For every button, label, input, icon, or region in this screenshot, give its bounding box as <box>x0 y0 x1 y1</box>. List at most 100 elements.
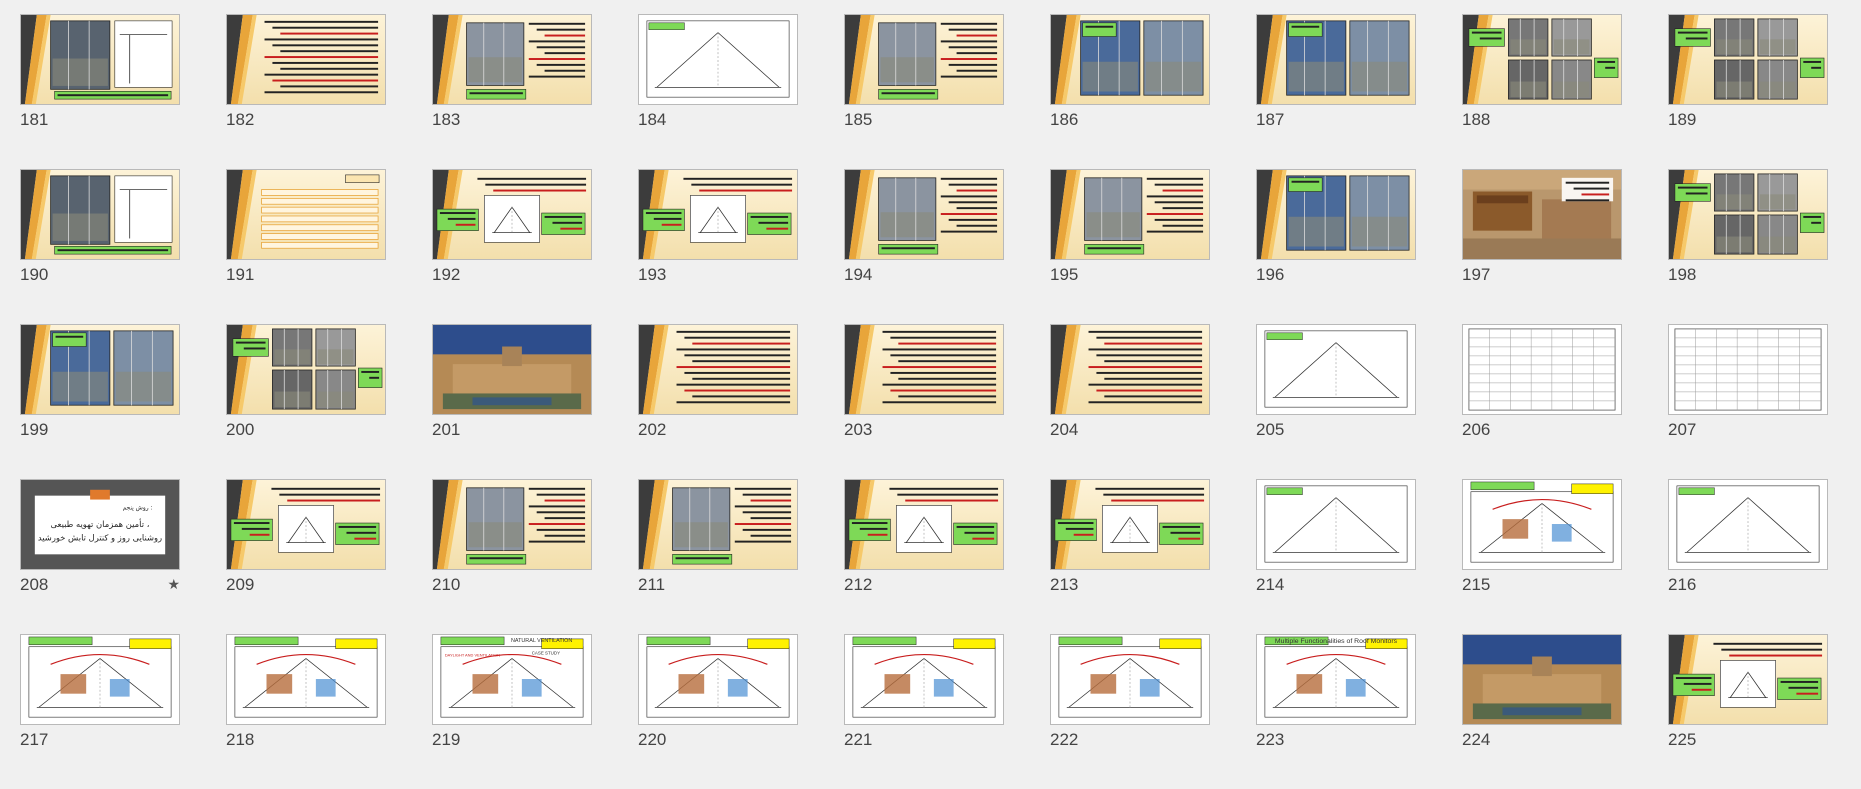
slide-preview[interactable] <box>1050 634 1210 725</box>
slide-thumbnail-216[interactable]: 216 <box>1668 479 1828 634</box>
slide-number: 192 <box>432 265 461 284</box>
slide-preview[interactable] <box>1462 14 1622 105</box>
slide-preview[interactable] <box>1462 324 1622 415</box>
slide-preview[interactable] <box>638 479 798 570</box>
slide-preview[interactable]: NATURAL VENTILATION DAYLIGHT AND VENTILAT… <box>432 634 592 725</box>
svg-text:Multiple Functionalities of Ro: Multiple Functionalities of Roof Monitor… <box>1275 638 1398 645</box>
slide-thumbnail-211[interactable]: 211 <box>638 479 798 634</box>
slide-preview[interactable] <box>226 169 386 260</box>
slide-thumbnail-208[interactable]: روش پنجم : تأمین همزمان تهویه طبیعی ، رو… <box>20 479 180 634</box>
slide-thumbnail-191[interactable]: 191 <box>226 169 386 324</box>
svg-text:تأمین همزمان تهویه طبیعی ،: تأمین همزمان تهویه طبیعی ، <box>51 518 150 529</box>
slide-preview[interactable] <box>638 14 798 105</box>
slide-preview[interactable] <box>1668 479 1828 570</box>
slide-thumbnail-222[interactable]: 222 <box>1050 634 1210 789</box>
transition-star-icon[interactable]: ★ <box>167 576 180 593</box>
slide-preview[interactable] <box>1256 479 1416 570</box>
slide-thumbnail-197[interactable]: 197 <box>1462 169 1622 324</box>
slide-preview[interactable] <box>20 634 180 725</box>
slide-preview[interactable] <box>432 14 592 105</box>
slide-thumbnail-215[interactable]: 215 <box>1462 479 1622 634</box>
slide-thumbnail-184[interactable]: 184 <box>638 14 798 169</box>
slide-thumbnail-223[interactable]: Multiple Functionalities of Roof Monitor… <box>1256 634 1416 789</box>
slide-thumbnail-224[interactable]: 224 <box>1462 634 1622 789</box>
slide-thumbnail-212[interactable]: 212 <box>844 479 1004 634</box>
slide-preview[interactable] <box>1668 14 1828 105</box>
slide-thumbnail-196[interactable]: 196 <box>1256 169 1416 324</box>
slide-thumbnail-193[interactable]: 193 <box>638 169 798 324</box>
slide-preview[interactable] <box>20 14 180 105</box>
slide-preview[interactable] <box>844 14 1004 105</box>
slide-preview[interactable] <box>1256 169 1416 260</box>
slide-thumbnail-213[interactable]: 213 <box>1050 479 1210 634</box>
slide-preview[interactable] <box>1256 324 1416 415</box>
slide-preview[interactable] <box>226 14 386 105</box>
slide-thumbnail-198[interactable]: 198 <box>1668 169 1828 324</box>
slide-preview[interactable] <box>1050 169 1210 260</box>
slide-thumbnail-218[interactable]: 218 <box>226 634 386 789</box>
slide-number: 199 <box>20 420 49 439</box>
slide-thumbnail-190[interactable]: 190 <box>20 169 180 324</box>
slide-thumbnail-217[interactable]: 217 <box>20 634 180 789</box>
slide-preview[interactable] <box>638 169 798 260</box>
slide-thumbnail-185[interactable]: 185 <box>844 14 1004 169</box>
slide-thumbnail-203[interactable]: 203 <box>844 324 1004 479</box>
slide-thumbnail-200[interactable]: 200 <box>226 324 386 479</box>
slide-preview[interactable] <box>1050 324 1210 415</box>
slide-preview[interactable] <box>1256 14 1416 105</box>
slide-thumbnail-189[interactable]: 189 <box>1668 14 1828 169</box>
slide-thumbnail-199[interactable]: 199 <box>20 324 180 479</box>
slide-preview[interactable] <box>1668 169 1828 260</box>
slide-thumbnail-182[interactable]: 182 <box>226 14 386 169</box>
slide-preview[interactable] <box>638 324 798 415</box>
slide-thumbnail-181[interactable]: 181 <box>20 14 180 169</box>
slide-thumbnail-220[interactable]: 220 <box>638 634 798 789</box>
slide-thumbnail-186[interactable]: 186 <box>1050 14 1210 169</box>
slide-preview[interactable] <box>432 324 592 415</box>
slide-thumbnail-209[interactable]: 209 <box>226 479 386 634</box>
slide-preview[interactable] <box>1050 479 1210 570</box>
slide-thumbnail-221[interactable]: 221 <box>844 634 1004 789</box>
slide-number: 224 <box>1462 730 1491 749</box>
slide-preview[interactable] <box>844 324 1004 415</box>
slide-thumbnail-207[interactable]: 207 <box>1668 324 1828 479</box>
slide-preview[interactable] <box>226 324 386 415</box>
slide-preview[interactable] <box>432 479 592 570</box>
slide-preview[interactable]: Multiple Functionalities of Roof Monitor… <box>1256 634 1416 725</box>
slide-preview[interactable] <box>638 634 798 725</box>
slide-thumbnail-187[interactable]: 187 <box>1256 14 1416 169</box>
slide-thumbnail-210[interactable]: 210 <box>432 479 592 634</box>
slide-thumbnail-204[interactable]: 204 <box>1050 324 1210 479</box>
slide-thumbnail-225[interactable]: 225 <box>1668 634 1828 789</box>
slide-thumbnail-192[interactable]: 192 <box>432 169 592 324</box>
slide-preview[interactable] <box>20 324 180 415</box>
slide-sorter-grid: 181 182 183 184 185 186 187 188 189 190 … <box>20 14 1828 789</box>
slide-number: 184 <box>638 110 667 129</box>
slide-thumbnail-201[interactable]: 201 <box>432 324 592 479</box>
slide-thumbnail-195[interactable]: 195 <box>1050 169 1210 324</box>
slide-preview[interactable] <box>432 169 592 260</box>
slide-thumbnail-214[interactable]: 214 <box>1256 479 1416 634</box>
slide-thumbnail-205[interactable]: 205 <box>1256 324 1416 479</box>
slide-number: 216 <box>1668 575 1697 594</box>
slide-preview[interactable] <box>1462 634 1622 725</box>
slide-preview[interactable] <box>226 634 386 725</box>
slide-preview[interactable] <box>1462 169 1622 260</box>
slide-preview[interactable] <box>1668 324 1828 415</box>
slide-preview[interactable] <box>844 479 1004 570</box>
slide-preview[interactable] <box>20 169 180 260</box>
slide-preview[interactable] <box>844 169 1004 260</box>
slide-preview[interactable] <box>1050 14 1210 105</box>
slide-preview[interactable] <box>1668 634 1828 725</box>
slide-preview[interactable]: روش پنجم : تأمین همزمان تهویه طبیعی ، رو… <box>20 479 180 570</box>
slide-thumbnail-219[interactable]: NATURAL VENTILATION DAYLIGHT AND VENTILAT… <box>432 634 592 789</box>
slide-thumbnail-202[interactable]: 202 <box>638 324 798 479</box>
slide-thumbnail-194[interactable]: 194 <box>844 169 1004 324</box>
slide-thumbnail-188[interactable]: 188 <box>1462 14 1622 169</box>
slide-thumbnail-206[interactable]: 206 <box>1462 324 1622 479</box>
slide-number: 204 <box>1050 420 1079 439</box>
slide-preview[interactable] <box>226 479 386 570</box>
slide-thumbnail-183[interactable]: 183 <box>432 14 592 169</box>
slide-preview[interactable] <box>844 634 1004 725</box>
slide-preview[interactable] <box>1462 479 1622 570</box>
